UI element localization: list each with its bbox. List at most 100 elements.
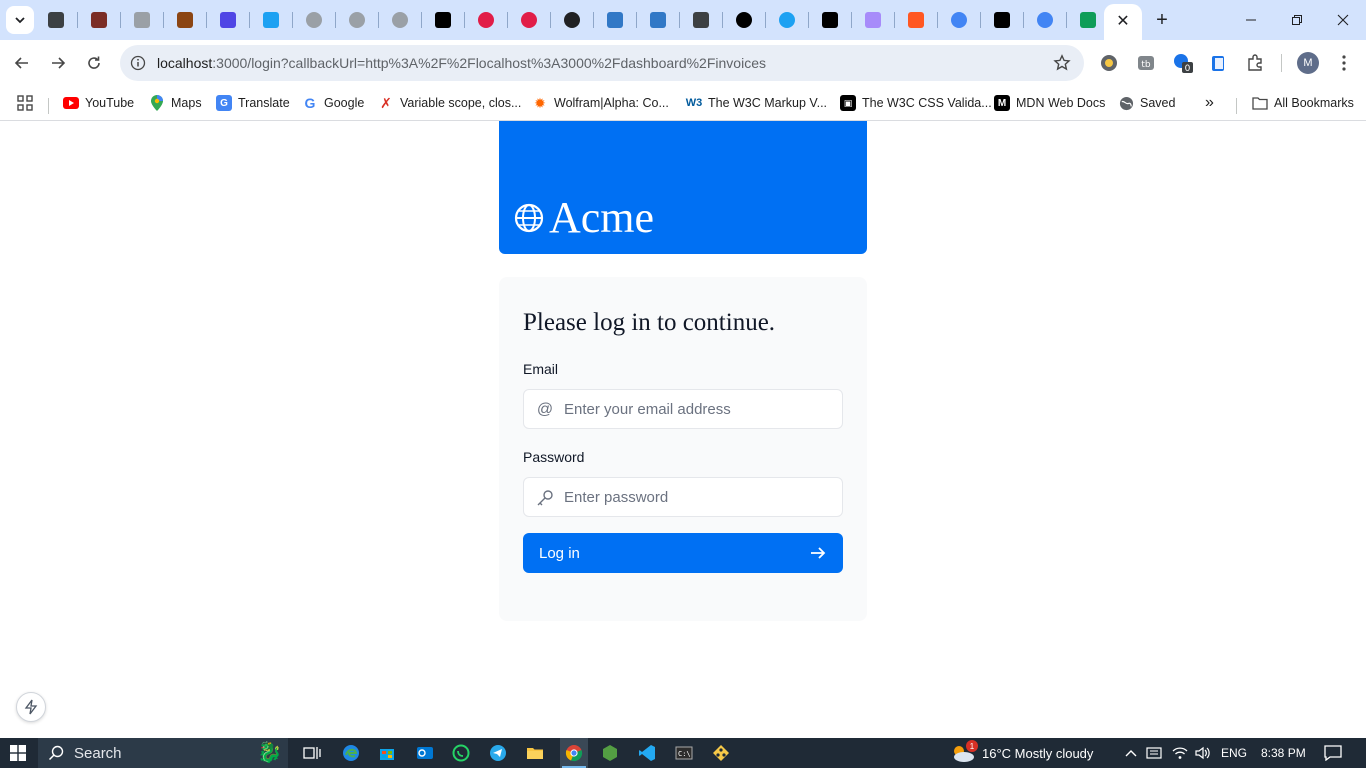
more-menu-icon[interactable] bbox=[1334, 52, 1354, 74]
new-tab-button[interactable]: + bbox=[1150, 8, 1174, 32]
figure-icon: ✗ bbox=[380, 94, 392, 111]
profile-avatar[interactable]: M bbox=[1297, 52, 1319, 74]
restore-button[interactable] bbox=[1284, 8, 1310, 32]
tab-google-icon[interactable] bbox=[949, 10, 969, 30]
tab-github-icon[interactable] bbox=[132, 10, 152, 30]
tab-separator bbox=[249, 12, 250, 28]
globe-icon bbox=[514, 203, 544, 233]
cube-icon bbox=[48, 12, 64, 28]
chat-bubble-icon bbox=[1324, 745, 1342, 761]
extension-counter-icon[interactable]: 0 bbox=[1172, 52, 1194, 74]
vscode-icon[interactable] bbox=[636, 742, 658, 764]
minimize-button[interactable] bbox=[1238, 8, 1264, 32]
tab-active[interactable]: ✕ bbox=[1104, 4, 1142, 40]
bookmark-saved[interactable]: Saved bbox=[1118, 92, 1175, 114]
tab-triangle-icon[interactable] bbox=[992, 10, 1012, 30]
windows-logo-icon bbox=[10, 745, 26, 761]
reload-button[interactable] bbox=[80, 49, 108, 77]
tab-hashnode-icon[interactable] bbox=[433, 10, 453, 30]
bookmark-wolfram[interactable]: ✹ Wolfram|Alpha: Co... bbox=[532, 92, 669, 114]
close-window-button[interactable] bbox=[1330, 8, 1356, 32]
tab-color-wheel-icon[interactable] bbox=[476, 10, 496, 30]
address-bar[interactable]: localhost:3000/login?callbackUrl=http%3A… bbox=[120, 45, 1084, 81]
whatsapp-icon[interactable] bbox=[450, 742, 472, 764]
clock[interactable]: 8:38 PM bbox=[1261, 738, 1306, 768]
email-input[interactable] bbox=[564, 390, 834, 428]
terminal-icon[interactable]: C:\ bbox=[673, 742, 695, 764]
tab-mail-icon[interactable] bbox=[863, 10, 883, 30]
store-icon[interactable] bbox=[376, 742, 398, 764]
tab-vercel-y-icon[interactable] bbox=[261, 10, 281, 30]
extension-shield-icon[interactable] bbox=[1098, 52, 1120, 74]
notifications-button[interactable] bbox=[1324, 738, 1342, 768]
tab-separator bbox=[292, 12, 293, 28]
taskbar-search[interactable]: Search 🐉 bbox=[38, 738, 288, 768]
bookmark-maps[interactable]: Maps bbox=[149, 92, 202, 114]
tab-doc-icon[interactable] bbox=[691, 10, 711, 30]
bookmark-w3c-markup[interactable]: W3 The W3C Markup V... bbox=[686, 92, 827, 114]
bookmark-translate[interactable]: G Translate bbox=[216, 92, 290, 114]
input-method-icon[interactable] bbox=[1146, 738, 1162, 768]
tab-castle-icon[interactable] bbox=[175, 10, 195, 30]
tab-react-icon[interactable] bbox=[562, 10, 582, 30]
login-button[interactable]: Log in bbox=[523, 533, 843, 573]
bookmark-mdn[interactable]: M MDN Web Docs bbox=[994, 92, 1105, 114]
close-tab-icon[interactable]: ✕ bbox=[1116, 14, 1129, 30]
tab-globe-icon[interactable] bbox=[347, 10, 367, 30]
language-indicator[interactable]: ENG bbox=[1221, 738, 1247, 768]
nodejs-icon[interactable] bbox=[599, 742, 621, 764]
bookmark-youtube[interactable]: YouTube bbox=[63, 92, 134, 114]
site-info-icon[interactable] bbox=[128, 53, 148, 73]
telegram-icon[interactable] bbox=[487, 742, 509, 764]
doc-icon bbox=[693, 12, 709, 28]
tab-separator bbox=[550, 12, 551, 28]
edge-icon[interactable] bbox=[340, 742, 362, 764]
bookmark-w3c-css[interactable]: ▣ The W3C CSS Valida... bbox=[840, 92, 992, 114]
forward-button[interactable] bbox=[44, 49, 72, 77]
bookmark-google[interactable]: G Google bbox=[302, 92, 365, 114]
tab-x-tool-icon[interactable] bbox=[218, 10, 238, 30]
tab-maze-icon[interactable] bbox=[89, 10, 109, 30]
tab-typescript-icon[interactable] bbox=[605, 10, 625, 30]
tab-globe-icon[interactable] bbox=[304, 10, 324, 30]
tab-typescript-icon[interactable] bbox=[648, 10, 668, 30]
search-highlight-dragon-icon: 🐉 bbox=[257, 742, 282, 764]
bookmarks-overflow-button[interactable]: » bbox=[1205, 92, 1214, 114]
file-explorer-icon[interactable] bbox=[524, 742, 546, 764]
extensions-puzzle-icon[interactable] bbox=[1244, 52, 1266, 74]
tab-drive-icon[interactable] bbox=[1078, 10, 1098, 30]
outlook-icon[interactable] bbox=[414, 742, 436, 764]
tab-globe-icon[interactable] bbox=[390, 10, 410, 30]
bookmark-variable-scope[interactable]: ✗ Variable scope, clos... bbox=[378, 92, 521, 114]
weather-widget[interactable]: 1 16°C Mostly cloudy bbox=[950, 738, 1093, 768]
tab-google-icon[interactable] bbox=[1035, 10, 1055, 30]
tab-separator bbox=[679, 12, 680, 28]
extension-puzzle-box-icon[interactable]: tb bbox=[1135, 52, 1157, 74]
volume-icon[interactable] bbox=[1195, 738, 1211, 768]
chrome-icon[interactable] bbox=[563, 742, 585, 764]
all-bookmarks-button[interactable]: All Bookmarks bbox=[1252, 92, 1354, 114]
tab-flame-icon[interactable] bbox=[906, 10, 926, 30]
dev-tools-bolt-button[interactable] bbox=[16, 692, 46, 722]
password-input[interactable] bbox=[564, 478, 834, 516]
url-text[interactable]: localhost:3000/login?callbackUrl=http%3A… bbox=[157, 55, 766, 71]
tab-search-button[interactable] bbox=[6, 6, 34, 34]
tab-cube-icon[interactable] bbox=[46, 10, 66, 30]
tab-separator bbox=[636, 12, 637, 28]
tab-triangle-icon[interactable] bbox=[820, 10, 840, 30]
tab-circle-icon[interactable] bbox=[777, 10, 797, 30]
task-view-icon[interactable] bbox=[301, 742, 323, 764]
tab-color-wheel-icon[interactable] bbox=[519, 10, 539, 30]
color-wheel-icon bbox=[478, 12, 494, 28]
tab-upwork-icon[interactable] bbox=[734, 10, 754, 30]
maps-icon bbox=[149, 95, 165, 111]
extension-clipboard-icon[interactable] bbox=[1207, 52, 1229, 74]
bookmark-star-icon[interactable] bbox=[1052, 53, 1072, 73]
lightning-icon bbox=[24, 699, 38, 715]
git-tool-icon[interactable] bbox=[710, 742, 732, 764]
show-hidden-icons-button[interactable] bbox=[1124, 738, 1138, 768]
apps-grid-button[interactable] bbox=[16, 92, 34, 114]
start-button[interactable] bbox=[0, 738, 36, 768]
back-button[interactable] bbox=[8, 49, 36, 77]
wifi-icon[interactable] bbox=[1172, 738, 1188, 768]
